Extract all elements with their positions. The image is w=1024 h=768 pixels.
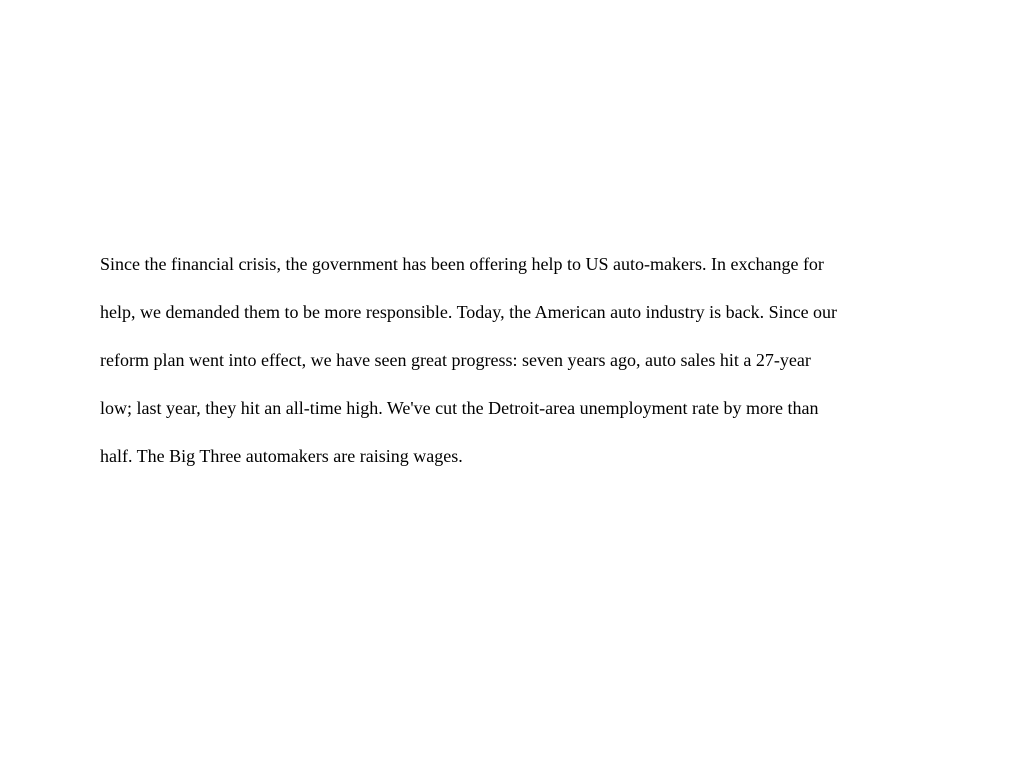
passage-line-2: help, we demanded them to be more respon… (100, 302, 838, 322)
passage-paragraph: Since the financial crisis, the governme… (100, 240, 930, 480)
passage-line-3: reform plan went into effect, we have se… (100, 350, 811, 370)
passage-line-4: low; last year, they hit an all-time hig… (100, 398, 819, 418)
passage-line-1: Since the financial crisis, the governme… (100, 254, 824, 274)
document-page: Since the financial crisis, the governme… (0, 0, 1024, 768)
passage-line-5: half. The Big Three automakers are raisi… (100, 446, 463, 466)
